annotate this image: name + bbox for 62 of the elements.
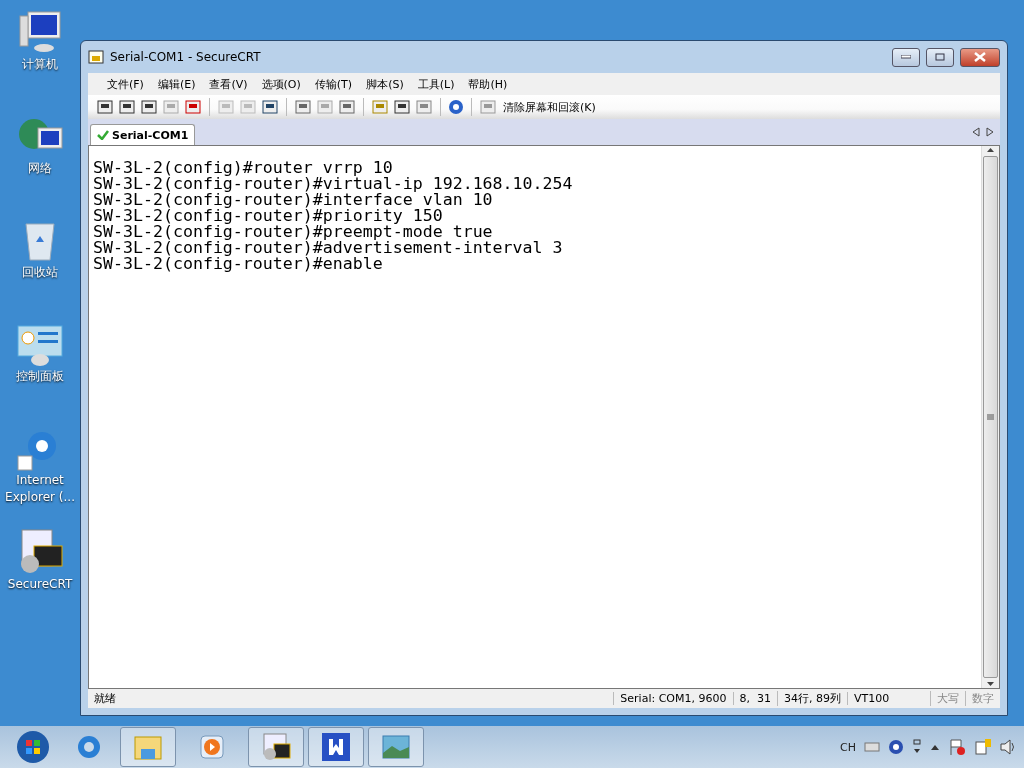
right-arrow-icon[interactable] <box>986 127 994 137</box>
session-tab[interactable]: Serial-COM1 <box>90 124 196 145</box>
minimize-button[interactable] <box>892 47 920 67</box>
toolbar-icon[interactable] <box>393 98 411 116</box>
toolbar-icon[interactable] <box>118 98 136 116</box>
scrollbar[interactable] <box>981 146 999 688</box>
menu-item[interactable]: 帮助(H) <box>463 76 513 92</box>
toolbar-icon[interactable] <box>261 98 279 116</box>
toolbar-icon[interactable] <box>338 98 356 116</box>
terminal-line: SW-3L-2(config-router)#advertisement-interval 3 <box>93 240 564 256</box>
num-indicator: 数字 <box>965 691 1000 706</box>
window-title: Serial-COM1 - SecureCRT <box>110 50 262 64</box>
menu-item[interactable]: 查看(V) <box>204 76 253 92</box>
language-indicator[interactable]: CH <box>840 740 856 754</box>
toolbar-icon[interactable] <box>96 98 114 116</box>
desktop-icon-label[interactable]: 回收站 <box>22 264 58 281</box>
landscape-picture-icon[interactable] <box>380 733 412 761</box>
minimize-icon <box>901 55 911 59</box>
toolbar-icon[interactable] <box>184 98 202 116</box>
w-document-icon[interactable] <box>321 732 351 762</box>
terminal-line: SW-3L-2(config-router)#interface vlan 10 <box>93 192 494 208</box>
toolbar-icon[interactable] <box>140 98 158 116</box>
desktop-icon-label[interactable]: Internet Explorer (... <box>1 472 79 506</box>
menu-item[interactable]: 传输(T) <box>309 76 358 92</box>
terminal-line: SW-3L-2(config)#router vrrp 10 <box>93 160 394 176</box>
maximize-button[interactable] <box>926 47 954 67</box>
terminal-line: SW-3L-2(config-router)#priority 150 <box>93 208 444 224</box>
close-icon <box>974 52 986 62</box>
app-icon <box>88 49 104 65</box>
menu-item[interactable]: 工具(L) <box>412 76 460 92</box>
menu-item[interactable]: 编辑(E) <box>152 76 201 92</box>
connection-info: Serial: COM1, 9600 <box>613 692 733 705</box>
check-icon <box>97 130 109 140</box>
menu-item[interactable]: 选项(O) <box>256 76 306 92</box>
emulation-type: VT100 <box>847 692 930 705</box>
maximize-icon <box>935 53 945 61</box>
desktop-icon-label[interactable]: SecureCRT <box>7 576 73 593</box>
clear-screen-button[interactable]: 清除屏幕和回滚(K) <box>501 99 598 115</box>
terminal-size: 34行, 89列 <box>777 691 847 706</box>
terminal-line: SW-3L-2(config-router)#enable <box>93 256 383 272</box>
caps-indicator: 大写 <box>930 691 965 706</box>
menu-item[interactable]: 文件(F) <box>102 76 149 92</box>
status-text: 就绪 <box>93 691 117 706</box>
left-arrow-icon[interactable] <box>972 127 980 137</box>
flag-icon[interactable] <box>948 738 966 756</box>
menu-item[interactable]: 脚本(S) <box>361 76 409 92</box>
up-arrow-icon[interactable] <box>986 146 995 154</box>
desktop-icon-label[interactable]: 控制面板 <box>16 368 64 385</box>
terminal-line: SW-3L-2(config-router)#virtual-ip 192.168.10.254 <box>93 176 574 192</box>
cursor-position: 8, 31 <box>732 692 777 705</box>
close-button[interactable] <box>960 47 1000 67</box>
window-options-icon[interactable] <box>912 739 922 755</box>
toolbar-icon[interactable] <box>294 98 312 116</box>
desktop-icon-label[interactable]: 计算机 <box>22 56 58 73</box>
down-arrow-icon[interactable] <box>986 680 995 688</box>
network-status-icon[interactable] <box>974 738 992 756</box>
show-hidden-icons-icon[interactable] <box>930 743 940 751</box>
terminal-line: SW-3L-2(config-router)#preempt-mode true <box>93 224 494 240</box>
desktop-icon-label[interactable]: 网络 <box>28 160 52 177</box>
scroll-thumb[interactable] <box>983 156 998 678</box>
start-button[interactable] <box>15 729 51 765</box>
speaker-icon[interactable] <box>1000 739 1016 755</box>
